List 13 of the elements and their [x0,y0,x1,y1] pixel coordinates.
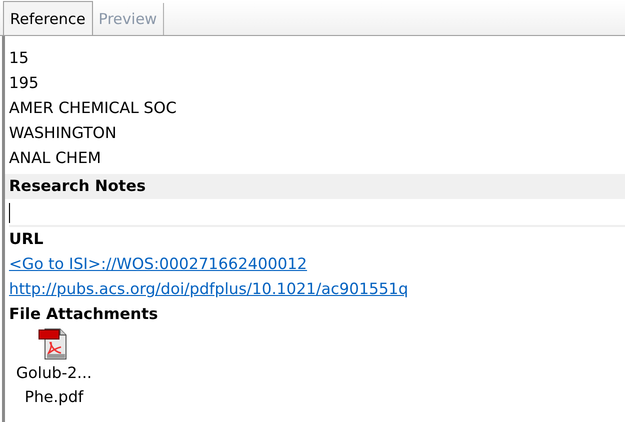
field-value: 15 [8,48,30,69]
file-name: Phe.pdf [24,387,84,408]
section-heading: File Attachments [8,304,159,325]
section-heading: URL [8,229,44,250]
field-value: AMER CHEMICAL SOC [8,98,178,119]
field-value: ANAL CHEM [8,148,102,169]
url-link[interactable]: http://pubs.acs.org/doi/pdfplus/10.1021/ac901551q [9,280,408,298]
file-name: Golub-2... [16,363,92,384]
section-heading: Research Notes [5,174,625,199]
url-link[interactable]: <Go to ISI>://WOS:000271662400012 [9,255,308,273]
field-value: 195 [8,73,40,94]
field-value: WASHINGTON [8,123,118,144]
tab[interactable]: Reference [3,1,93,35]
